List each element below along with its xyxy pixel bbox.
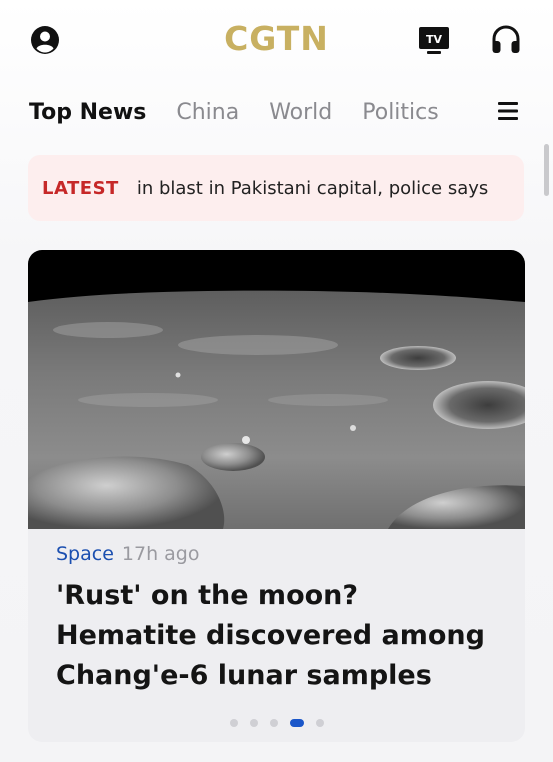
carousel-dot[interactable] — [229, 719, 238, 727]
carousel-indicator — [28, 719, 525, 727]
timestamp: 17h ago — [121, 543, 200, 565]
story-meta: Space 17h ago — [56, 543, 200, 565]
category-label[interactable]: Space — [56, 543, 114, 565]
carousel-dot[interactable] — [289, 719, 304, 727]
tab-politics[interactable]: Politics — [362, 100, 438, 125]
top-bar: CGTN TV — [0, 0, 553, 80]
story-headline[interactable]: 'Rust' on the moon? Hematite discovered … — [56, 576, 506, 696]
tv-badge-text: TV — [426, 33, 443, 46]
category-tabs: Top News China World Politics — [29, 95, 469, 129]
lunar-surface-image — [28, 250, 525, 529]
carousel-dot[interactable] — [269, 719, 278, 727]
tv-icon[interactable]: TV — [418, 24, 450, 56]
tab-world[interactable]: World — [269, 100, 332, 125]
cgtn-logo[interactable]: CGTN — [0, 19, 553, 58]
carousel-dot[interactable] — [315, 719, 324, 727]
carousel-dot[interactable] — [249, 719, 258, 727]
scrollbar[interactable] — [544, 144, 549, 196]
latest-news-ticker[interactable]: LATEST in blast in Pakistani capital, po… — [28, 155, 524, 221]
ticker-headline[interactable]: in blast in Pakistani capital, police sa… — [137, 178, 521, 199]
hamburger-menu-icon[interactable] — [497, 100, 519, 122]
tab-top-news[interactable]: Top News — [29, 100, 146, 125]
tab-china[interactable]: China — [176, 100, 239, 125]
latest-label: LATEST — [42, 177, 119, 199]
headphones-icon[interactable] — [489, 23, 523, 57]
featured-story-card[interactable]: Space 17h ago 'Rust' on the moon? Hematit… — [28, 250, 525, 742]
